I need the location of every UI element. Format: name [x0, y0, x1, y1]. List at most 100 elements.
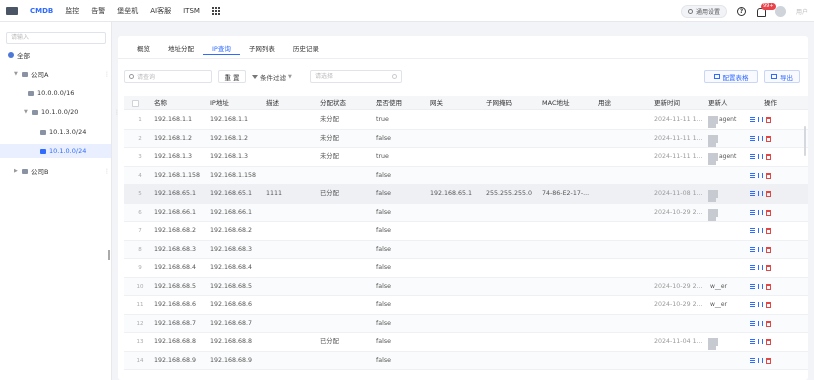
- delete-icon[interactable]: [766, 357, 771, 364]
- col-status[interactable]: 分配状态: [320, 96, 346, 110]
- edit-icon[interactable]: [758, 357, 763, 363]
- tree-item-company-b[interactable]: ▶ 公司B ⋮: [14, 164, 110, 178]
- detail-icon[interactable]: [750, 117, 755, 122]
- tree-item-10-1-0-0-24[interactable]: 10.1.0.0/24: [40, 144, 86, 158]
- filter-value-input[interactable]: 请选择: [310, 70, 402, 83]
- detail-icon[interactable]: [750, 339, 755, 344]
- notification-bell-icon[interactable]: 99+: [756, 2, 776, 17]
- col-gateway[interactable]: 网关: [430, 96, 443, 110]
- tab-history[interactable]: 历史记录: [284, 43, 328, 55]
- table-row[interactable]: 11 192.168.68.6 192.168.68.6 false 2024-10-2…: [124, 296, 808, 315]
- table-row[interactable]: 5 192.168.65.1 192.168.65.1 1111 已分配 false 192…: [124, 185, 808, 204]
- table-row[interactable]: 8 192.168.68.3 192.168.68.3 false: [124, 240, 808, 259]
- chevron-down-icon[interactable]: ▼: [24, 109, 29, 115]
- detail-icon[interactable]: [750, 228, 755, 233]
- chevron-down-icon[interactable]: ▼: [14, 71, 19, 77]
- col-ip[interactable]: IP地址: [210, 96, 229, 110]
- edit-icon[interactable]: [758, 154, 763, 159]
- tree-item-10-1-0-0-20[interactable]: ▼ 10.1.0.0/20 ⋮: [24, 105, 120, 119]
- table-row[interactable]: 6 192.168.66.1 192.168.66.1 false 2024-10-29…: [124, 203, 808, 222]
- delete-icon[interactable]: [766, 135, 771, 142]
- col-used[interactable]: 是否使用: [376, 96, 402, 110]
- nav-item-alert[interactable]: 告警: [91, 6, 105, 16]
- detail-icon[interactable]: [750, 302, 755, 307]
- general-settings-button[interactable]: 通用设置: [680, 4, 727, 18]
- detail-icon[interactable]: [750, 172, 755, 178]
- table-row[interactable]: 14 192.168.68.9 192.168.68.9 false: [124, 351, 808, 370]
- configure-table-button[interactable]: 配置表格: [704, 70, 758, 83]
- tree-search-input[interactable]: 请输入: [6, 32, 106, 44]
- detail-icon[interactable]: [750, 209, 755, 215]
- table-row[interactable]: 9 192.168.68.4 192.168.68.4 false: [124, 259, 808, 278]
- tab-ip-query[interactable]: IP查询: [203, 43, 240, 55]
- table-row[interactable]: 7 192.168.68.2 192.168.68.2 false: [124, 222, 808, 241]
- tree-item-10-1-3-0-24[interactable]: 10.1.3.0/24: [40, 125, 86, 139]
- edit-icon[interactable]: [758, 191, 763, 196]
- edit-icon[interactable]: [758, 228, 763, 233]
- col-mask[interactable]: 子网掩码: [486, 96, 512, 110]
- table-row[interactable]: 12 192.168.68.7 192.168.68.7 false: [124, 314, 808, 333]
- avatar[interactable]: [774, 5, 786, 17]
- more-icon[interactable]: ⋮: [104, 168, 110, 175]
- delete-icon[interactable]: [766, 320, 771, 327]
- delete-icon[interactable]: [766, 283, 771, 290]
- reset-button[interactable]: 重 置: [218, 70, 246, 83]
- table-row[interactable]: 4 192.168.1.158 192.168.1.158 false: [124, 166, 808, 185]
- edit-icon[interactable]: [758, 302, 763, 307]
- table-row[interactable]: 10 192.168.68.5 192.168.68.5 false 2024-10-2…: [124, 277, 808, 296]
- delete-icon[interactable]: [766, 302, 771, 308]
- nav-item-bastion[interactable]: 堡垒机: [117, 6, 138, 16]
- edit-icon[interactable]: [758, 265, 763, 270]
- delete-icon[interactable]: [766, 172, 771, 179]
- col-name[interactable]: 名称: [154, 96, 167, 110]
- nav-item-ai-service[interactable]: AI客服: [150, 6, 171, 16]
- nav-item-monitor[interactable]: 监控: [65, 6, 79, 16]
- edit-icon[interactable]: [758, 283, 763, 289]
- col-updater[interactable]: 更新人: [708, 96, 728, 110]
- tab-overview[interactable]: 概览: [128, 43, 159, 55]
- col-desc[interactable]: 描述: [266, 96, 279, 110]
- app-grid-icon[interactable]: [211, 7, 220, 15]
- delete-icon[interactable]: [766, 339, 771, 345]
- detail-icon[interactable]: [750, 191, 755, 196]
- clear-icon[interactable]: [392, 74, 397, 79]
- detail-icon[interactable]: [750, 283, 755, 289]
- detail-icon[interactable]: [750, 265, 755, 270]
- edit-icon[interactable]: [758, 135, 763, 141]
- table-row[interactable]: 3 192.168.1.3 192.168.1.3 未分配 true 2024-11-11…: [124, 148, 808, 167]
- chevron-right-icon[interactable]: ▶: [14, 168, 19, 174]
- tree-item-company-a[interactable]: ▼ 公司A ⋮: [14, 67, 110, 81]
- edit-icon[interactable]: [758, 246, 763, 252]
- delete-icon[interactable]: [766, 246, 771, 253]
- col-mac[interactable]: MAC地址: [542, 96, 569, 110]
- detail-icon[interactable]: [750, 135, 755, 141]
- export-button[interactable]: 导出: [764, 70, 800, 83]
- condition-filter-button[interactable]: 条件过滤 ▼: [252, 70, 308, 83]
- nav-item-cmdb[interactable]: CMDB: [30, 7, 53, 15]
- tab-address-allocation[interactable]: 地址分配: [159, 43, 203, 55]
- table-row[interactable]: 1 192.168.1.1 192.168.1.1 未分配 true 2024-11-11…: [124, 111, 808, 130]
- more-icon[interactable]: ⋮: [104, 71, 110, 78]
- help-icon[interactable]: ?: [736, 6, 746, 16]
- edit-icon[interactable]: [758, 209, 763, 215]
- table-row[interactable]: 13 192.168.68.8 192.168.68.8 已分配 false 2024-1…: [124, 333, 808, 352]
- search-input[interactable]: 请查询: [124, 70, 212, 83]
- delete-icon[interactable]: [766, 228, 771, 234]
- delete-icon[interactable]: [766, 191, 771, 197]
- edit-icon[interactable]: [758, 172, 763, 178]
- nav-item-itsm[interactable]: ITSM: [183, 7, 200, 15]
- tree-item-all[interactable]: 全部: [8, 48, 30, 62]
- edit-icon[interactable]: [758, 320, 763, 326]
- table-row[interactable]: 2 192.168.1.2 192.168.1.2 未分配 false 2024-11-1…: [124, 129, 808, 148]
- edit-icon[interactable]: [758, 117, 763, 122]
- detail-icon[interactable]: [750, 357, 755, 363]
- username[interactable]: 用户: [796, 7, 808, 16]
- delete-icon[interactable]: [766, 265, 771, 271]
- edit-icon[interactable]: [758, 339, 763, 344]
- tab-subnet-list[interactable]: 子网列表: [240, 43, 284, 55]
- scrollbar[interactable]: [804, 126, 806, 156]
- detail-icon[interactable]: [750, 246, 755, 252]
- delete-icon[interactable]: [766, 209, 771, 216]
- delete-icon[interactable]: [766, 117, 771, 123]
- delete-icon[interactable]: [766, 154, 771, 160]
